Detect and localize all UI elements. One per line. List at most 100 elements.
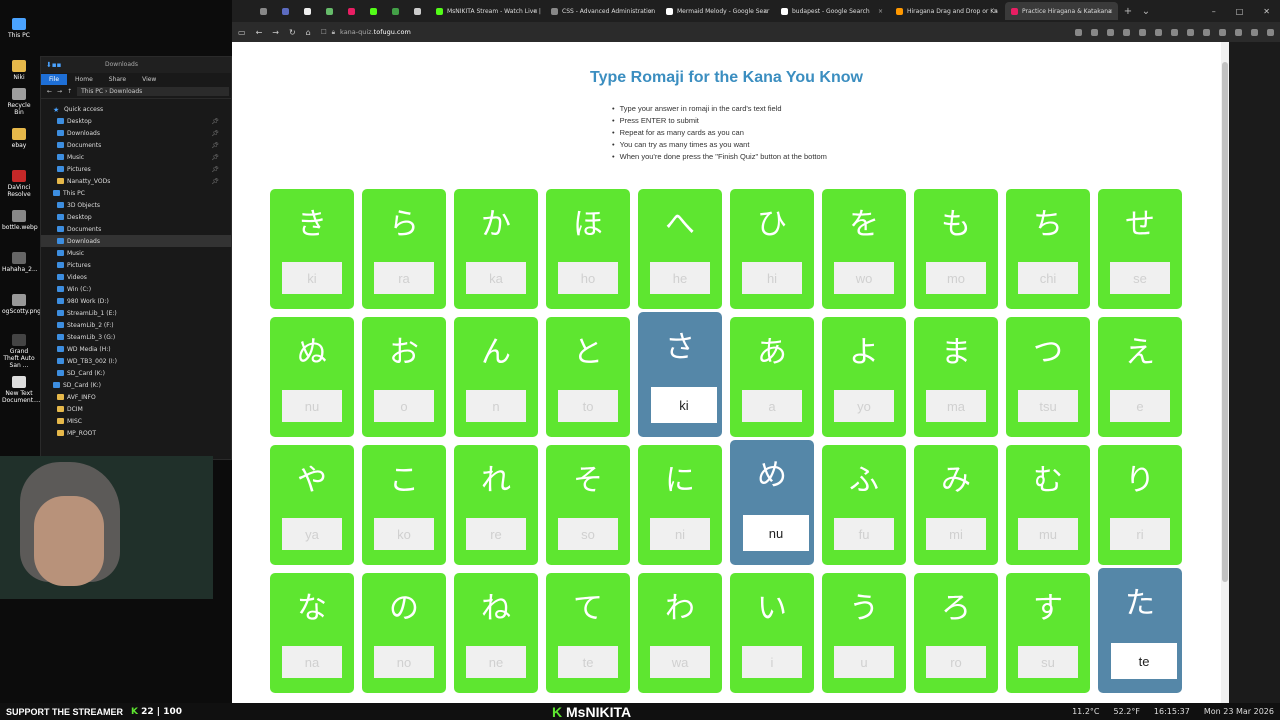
extension-icon[interactable] — [1155, 28, 1162, 36]
tree-item[interactable]: MP_ROOT — [41, 427, 231, 439]
romaji-answer-input[interactable] — [926, 646, 986, 678]
romaji-answer-input[interactable] — [1111, 643, 1177, 679]
tree-item[interactable]: Desktop 📌︎ — [41, 115, 231, 127]
romaji-answer-input[interactable] — [558, 262, 618, 294]
extension-icon[interactable] — [1075, 28, 1082, 36]
ribbon-tab[interactable]: File — [41, 73, 68, 85]
romaji-answer-input[interactable] — [282, 390, 342, 422]
browser-tab[interactable] — [276, 2, 296, 20]
romaji-answer-input[interactable] — [282, 646, 342, 678]
clock-time[interactable]: 16:15:37 — [1154, 707, 1190, 716]
tree-item[interactable]: Win (C:) — [41, 283, 231, 295]
address-bar[interactable]: This PC › Downloads — [77, 87, 229, 96]
romaji-answer-input[interactable] — [1018, 262, 1078, 294]
tab-list-chevron-icon[interactable]: ⌄ — [1138, 6, 1154, 17]
browser-tab[interactable] — [254, 2, 274, 20]
desktop-icon[interactable]: ogScotty.png — [2, 294, 41, 315]
extension-icon[interactable] — [1203, 28, 1210, 36]
romaji-answer-input[interactable] — [374, 390, 434, 422]
extension-icon[interactable] — [1091, 28, 1098, 36]
romaji-answer-input[interactable] — [834, 646, 894, 678]
romaji-answer-input[interactable] — [466, 518, 526, 550]
tab-close-icon[interactable]: × — [648, 8, 653, 15]
tree-item[interactable]: SD_Card (K:) — [41, 367, 231, 379]
romaji-answer-input[interactable] — [374, 262, 434, 294]
tree-item[interactable]: Pictures 📌︎ — [41, 163, 231, 175]
romaji-answer-input[interactable] — [650, 262, 710, 294]
minimize-icon[interactable]: – — [1212, 7, 1216, 16]
romaji-answer-input[interactable] — [282, 262, 342, 294]
romaji-answer-input[interactable] — [834, 390, 894, 422]
tree-item[interactable]: SteamLib_2 (F:) — [41, 319, 231, 331]
tree-item[interactable]: SteamLib_3 (G:) — [41, 331, 231, 343]
romaji-answer-input[interactable] — [1018, 390, 1078, 422]
romaji-answer-input[interactable] — [1110, 518, 1170, 550]
browser-tab[interactable]: budapest - Google Search × — [775, 2, 888, 20]
extension-icon[interactable] — [1139, 28, 1146, 36]
romaji-answer-input[interactable] — [742, 390, 802, 422]
browser-tab[interactable] — [386, 2, 406, 20]
desktop-icon[interactable]: This PC — [2, 18, 36, 39]
romaji-answer-input[interactable] — [466, 646, 526, 678]
tree-item[interactable]: WD Media (H:) — [41, 343, 231, 355]
extension-icon[interactable] — [1123, 28, 1130, 36]
tree-item[interactable]: 980 Work (D:) — [41, 295, 231, 307]
tree-item[interactable]: Music 📌︎ — [41, 151, 231, 163]
new-tab-icon[interactable]: + — [1120, 6, 1136, 17]
browser-tab[interactable]: Practice Hiragana & Katakana × — [1005, 2, 1118, 20]
ribbon-tab[interactable]: View — [134, 74, 164, 85]
scrollbar-thumb[interactable] — [1222, 62, 1228, 582]
clock-date[interactable]: Mon 23 Mar 2026 — [1204, 707, 1274, 716]
romaji-answer-input[interactable] — [742, 646, 802, 678]
back-arrow-icon[interactable]: ← — [47, 88, 52, 95]
romaji-answer-input[interactable] — [1018, 518, 1078, 550]
tree-item[interactable]: SD_Card (K:) — [41, 379, 231, 391]
tree-item[interactable]: DCIM — [41, 403, 231, 415]
romaji-answer-input[interactable] — [558, 646, 618, 678]
browser-tab[interactable]: CSS - Advanced Administration × — [545, 2, 658, 20]
romaji-answer-input[interactable] — [650, 518, 710, 550]
browser-tab[interactable] — [364, 2, 384, 20]
romaji-answer-input[interactable] — [834, 262, 894, 294]
browser-tab[interactable] — [298, 2, 318, 20]
ribbon-tab[interactable]: Home — [67, 74, 101, 85]
romaji-answer-input[interactable] — [926, 390, 986, 422]
tree-item[interactable]: This PC — [41, 187, 231, 199]
extension-icon[interactable] — [1187, 28, 1194, 36]
browser-tab[interactable]: Hiragana Drag and Drop or Ka × — [890, 2, 1003, 20]
desktop-icon[interactable]: Recycle Bin — [2, 88, 36, 116]
romaji-answer-input[interactable] — [282, 518, 342, 550]
desktop-icon[interactable]: Hahaha_2... — [2, 252, 38, 273]
romaji-answer-input[interactable] — [650, 646, 710, 678]
close-icon[interactable]: ✕ — [1263, 7, 1270, 16]
tree-item[interactable]: AVF_INFO — [41, 391, 231, 403]
bookmark-icon[interactable]: ☐ — [321, 28, 327, 36]
tree-item[interactable]: Music — [41, 247, 231, 259]
quick-access-toolbar-icon[interactable]: ⬇▪▪ — [46, 61, 61, 69]
romaji-answer-input[interactable] — [374, 518, 434, 550]
romaji-answer-input[interactable] — [651, 387, 717, 423]
romaji-answer-input[interactable] — [374, 646, 434, 678]
romaji-answer-input[interactable] — [466, 390, 526, 422]
maximize-icon[interactable]: □ — [1236, 7, 1244, 16]
romaji-answer-input[interactable] — [558, 390, 618, 422]
sidebar-toggle-icon[interactable]: ▭ — [238, 28, 246, 37]
extension-icon[interactable] — [1171, 28, 1178, 36]
home-icon[interactable]: ⌂ — [306, 28, 311, 37]
tree-item[interactable]: Downloads — [41, 235, 231, 247]
url-bar[interactable]: ☐ 🔒︎ kana-quiz.tofugu.com — [321, 28, 411, 37]
tree-item[interactable]: Desktop — [41, 211, 231, 223]
desktop-icon[interactable]: Niki — [2, 60, 36, 81]
tree-item[interactable]: ★ Quick access — [41, 103, 231, 115]
extension-icon[interactable] — [1235, 28, 1242, 36]
desktop-icon[interactable]: ebay — [2, 128, 36, 149]
tab-close-icon[interactable]: × — [533, 8, 538, 15]
browser-tab[interactable] — [342, 2, 362, 20]
tree-item[interactable]: StreamLib_1 (E:) — [41, 307, 231, 319]
menu-icon[interactable] — [1267, 28, 1274, 36]
tree-item[interactable]: Downloads 📌︎ — [41, 127, 231, 139]
tree-item[interactable]: Nanatty_VODs 📌︎ — [41, 175, 231, 187]
browser-tab[interactable] — [408, 2, 428, 20]
forward-icon[interactable]: → — [272, 28, 279, 37]
extension-icon[interactable] — [1107, 28, 1114, 36]
